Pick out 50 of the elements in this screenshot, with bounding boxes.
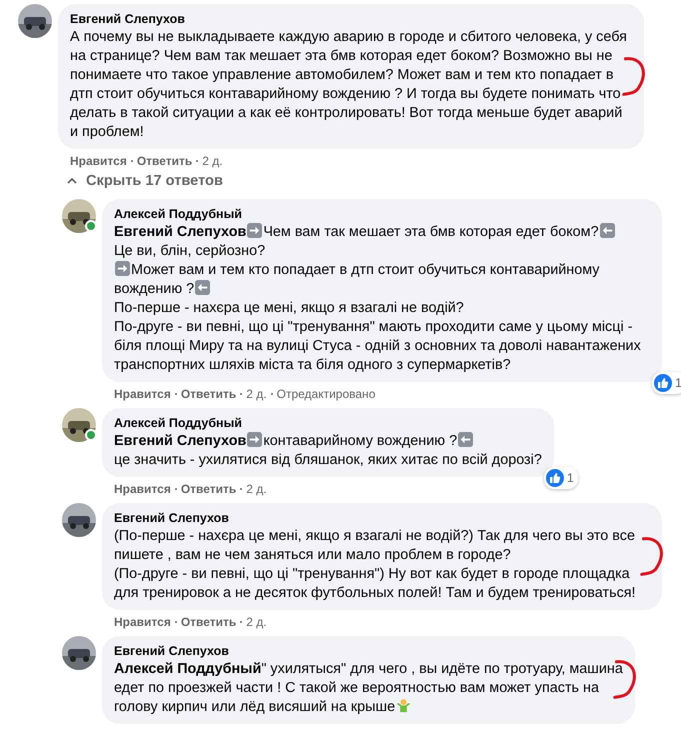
mention-link[interactable]: Евгений Слепухов (114, 433, 246, 449)
comment-time[interactable]: 2 д. (246, 387, 267, 401)
comment-text: По-перше - нахєра це мені, якщо я взагалі не водій? (114, 300, 464, 316)
author-name[interactable]: Евгений Слепухов (114, 643, 229, 659)
like-link[interactable]: Нравится (114, 615, 171, 629)
separator-dot (240, 393, 242, 395)
separator-dot (240, 488, 242, 490)
thumbs-up-icon (654, 374, 672, 392)
reply-link[interactable]: Ответить (180, 482, 236, 496)
comment-time[interactable]: 2 д. (202, 154, 223, 168)
reaction-count[interactable]: 1 (652, 372, 681, 394)
reaction-count[interactable]: 1 (544, 467, 578, 489)
comment-time[interactable]: 2 д. (246, 615, 267, 629)
like-link[interactable]: Нравится (114, 387, 171, 401)
edited-label: Отредактировано (276, 387, 376, 401)
separator-dot (270, 393, 273, 395)
comment-text: " ухилятыся" для чего , вы идёте по тротуару, машина (261, 661, 623, 677)
comment-text: вождению ? (114, 281, 194, 297)
comment-text: це значить - ухилятися від бляшанок, яких хитає по всій дорозі? (114, 452, 542, 468)
comment-text: (По-друге - ви певні, що ці "тренування") Ну вот как будет в городе площадка для тренировок а не десяток футбольных полей! Там и будем тренироваться! (114, 566, 636, 601)
separator-dot (240, 621, 242, 623)
comment-text: А почему вы не выкладываете каждую аварию в городе и сбитого человека, у себя на странице? Чем вам так мешает эта бмв которая едет боком? Возможно вы не понимаете что такое управление автомобилем? Может вам и тем кто попадает в дтп стоит обучиться контаварийному вождению ? И тогда вы будете понимать что делать в такой ситуации а как её контролировать! Вот тогда меньше будет аварий и проблем! (70, 29, 627, 140)
comment-text: Может вам и тем кто попадает в дтп стоит обучиться контаварийному (131, 262, 600, 278)
author-name[interactable]: Алексей Поддубный (114, 415, 242, 431)
reply-link[interactable]: Ответить (180, 615, 236, 629)
separator-dot (196, 160, 198, 162)
thumbs-up-icon (546, 469, 564, 487)
separator-dot (174, 393, 177, 395)
separator-dot (130, 160, 133, 162)
comment-text: контаварийному вождению ? (263, 433, 458, 449)
mention-link[interactable]: Алексей Поддубный (114, 661, 262, 677)
reply-link[interactable]: Ответить (136, 154, 192, 168)
comment-text: (По-перше - нахєра це мені, якщо я взагалі не водій?) Так для чего вы это все пишете , вам не чем заняться или мало проблем в городе? (114, 528, 635, 563)
comment-text: Це ви, блін, серйозно? (114, 243, 266, 259)
author-name[interactable]: Евгений Слепухов (114, 510, 229, 526)
comment-text: Чем вам так мешает эта бмв которая едет боком? (263, 224, 599, 240)
mention-link[interactable]: Евгений Слепухов (114, 224, 246, 240)
comment-text: едет по проезжей части ! С такой же вероятностью вам может упасть на (114, 680, 599, 696)
reply-link[interactable]: Ответить (180, 387, 236, 401)
comment-time[interactable]: 2 д. (246, 482, 267, 496)
author-name[interactable]: Евгений Слепухов (70, 11, 185, 27)
author-name[interactable]: Алексей Поддубный (114, 206, 242, 222)
person-icon (396, 698, 412, 713)
comment-text: голову кирпич или лёд висяший на крыше (114, 699, 396, 715)
separator-dot (174, 621, 177, 623)
like-link[interactable]: Нравится (70, 154, 127, 168)
hide-replies-toggle[interactable]: Скрыть 17 ответов (66, 173, 223, 189)
comment-text: По-друге - ви певні, що ці "тренування" мають проходити саме у цьому місці - біля площі Миру та на вулиці Стуса - одній з основних та доволі навантажених транспортних шляхів міста та біля одного з супермаркетів? (114, 319, 641, 373)
like-link[interactable]: Нравится (114, 482, 171, 496)
separator-dot (174, 488, 177, 490)
